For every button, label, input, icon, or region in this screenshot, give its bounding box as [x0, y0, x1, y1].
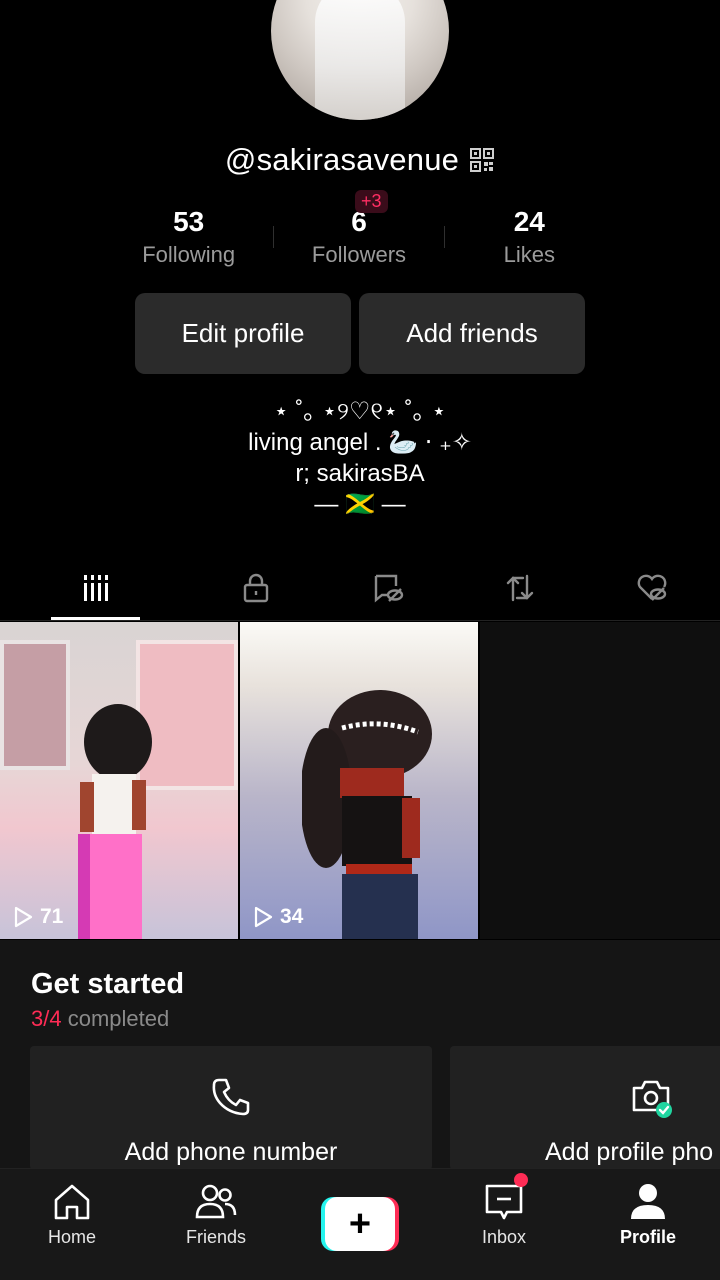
home-icon [54, 1184, 90, 1220]
profile-bio: ⋆ ˚｡ ⋆୨♡୧⋆ ˚｡ ⋆ living angel . 🦢 ⋅ ₊✧ r;… [0, 396, 720, 520]
create-button[interactable]: + [321, 1197, 399, 1251]
add-phone-card[interactable]: Add phone number [30, 1046, 432, 1170]
empty-grid-slot [480, 622, 720, 939]
profile-stats: 53 Following +3 6 Followers 24 Likes [104, 190, 614, 276]
bio-line: living angel . 🦢 ⋅ ₊✧ [248, 429, 472, 456]
likes-count: 24 [513, 206, 545, 237]
video-thumbnail[interactable]: 34 [240, 622, 478, 939]
nav-profile-label: Profile [619, 1227, 676, 1247]
liked-hidden-icon [637, 574, 667, 601]
progress-count: 3/4 [31, 1006, 62, 1031]
tab-private[interactable] [190, 555, 322, 620]
tab-hidden[interactable] [322, 555, 454, 620]
nav-home[interactable]: Home [0, 1169, 144, 1280]
bio-line: r; sakirasBA [295, 460, 425, 487]
tab-reposts[interactable] [454, 555, 586, 620]
bio-line: ⋆ ˚｡ ⋆୨♡୧⋆ ˚｡ ⋆ [273, 398, 447, 425]
bottom-navbar: Home Friends + Inbox Profile [0, 1168, 720, 1280]
lock-icon [243, 573, 269, 602]
nav-home-label: Home [47, 1227, 96, 1247]
qr-code-icon[interactable] [469, 147, 495, 173]
stat-followers[interactable]: +3 6 Followers [274, 190, 443, 276]
bio-line: — 🇯🇲 — [314, 491, 406, 518]
phone-icon [212, 1078, 250, 1116]
play-icon [14, 906, 33, 928]
profile-icon [631, 1184, 665, 1219]
view-count-value: 71 [40, 905, 64, 928]
nav-create[interactable]: + [288, 1169, 432, 1280]
nav-inbox-label: Inbox [481, 1227, 527, 1247]
view-count: 34 [252, 905, 303, 929]
hidden-video-icon [374, 574, 404, 603]
new-followers-badge: +3 [354, 190, 388, 213]
content-tabs [0, 555, 720, 621]
video-thumbnail[interactable]: 71 [0, 622, 238, 939]
profile-actions: Edit profile Add friends [135, 293, 585, 374]
add-phone-label: Add phone number [124, 1138, 338, 1166]
avatar-character-image [302, 690, 432, 939]
progress-suffix: completed [67, 1006, 170, 1031]
view-count-value: 34 [280, 905, 304, 928]
get-started-panel: Get started 3/4 completed Add phone numb… [0, 940, 720, 1170]
grid-bars-icon [84, 574, 108, 601]
thumbnail-art [0, 640, 70, 770]
stat-likes[interactable]: 24 Likes [445, 206, 614, 276]
following-count: 53 [173, 206, 205, 237]
stat-following[interactable]: 53 Following [104, 206, 273, 276]
add-profile-photo-card[interactable]: Add profile pho [450, 1046, 720, 1170]
friends-icon [195, 1184, 237, 1219]
edit-profile-button[interactable]: Edit profile [135, 293, 351, 374]
profile-avatar[interactable] [271, 0, 449, 120]
avatar-photo [315, 0, 405, 120]
play-icon [254, 906, 273, 928]
tab-liked[interactable] [586, 555, 718, 620]
nav-friends[interactable]: Friends [144, 1169, 288, 1280]
inbox-icon [485, 1184, 523, 1220]
inbox-notification-dot [514, 1173, 528, 1187]
nav-friends-label: Friends [185, 1227, 247, 1247]
repost-icon [506, 574, 534, 601]
username: @sakirasavenue [224, 142, 460, 177]
nav-inbox[interactable]: Inbox [432, 1169, 576, 1280]
username-row: @sakirasavenue [0, 140, 720, 180]
view-count: 71 [12, 905, 63, 929]
nav-profile[interactable]: Profile [576, 1169, 720, 1280]
followers-label: Followers [311, 242, 407, 267]
avatar-character-image [78, 704, 152, 939]
get-started-title: Get started [31, 968, 185, 1000]
camera-check-icon [632, 1080, 672, 1118]
plus-icon: + [325, 1197, 395, 1251]
following-label: Following [142, 242, 236, 267]
add-profile-photo-label: Add profile pho [545, 1138, 714, 1166]
video-grid: 71 34 [0, 622, 720, 939]
add-friends-button[interactable]: Add friends [359, 293, 585, 374]
likes-label: Likes [503, 242, 555, 267]
get-started-progress: 3/4 completed [31, 1006, 169, 1032]
tab-videos[interactable] [0, 555, 190, 620]
